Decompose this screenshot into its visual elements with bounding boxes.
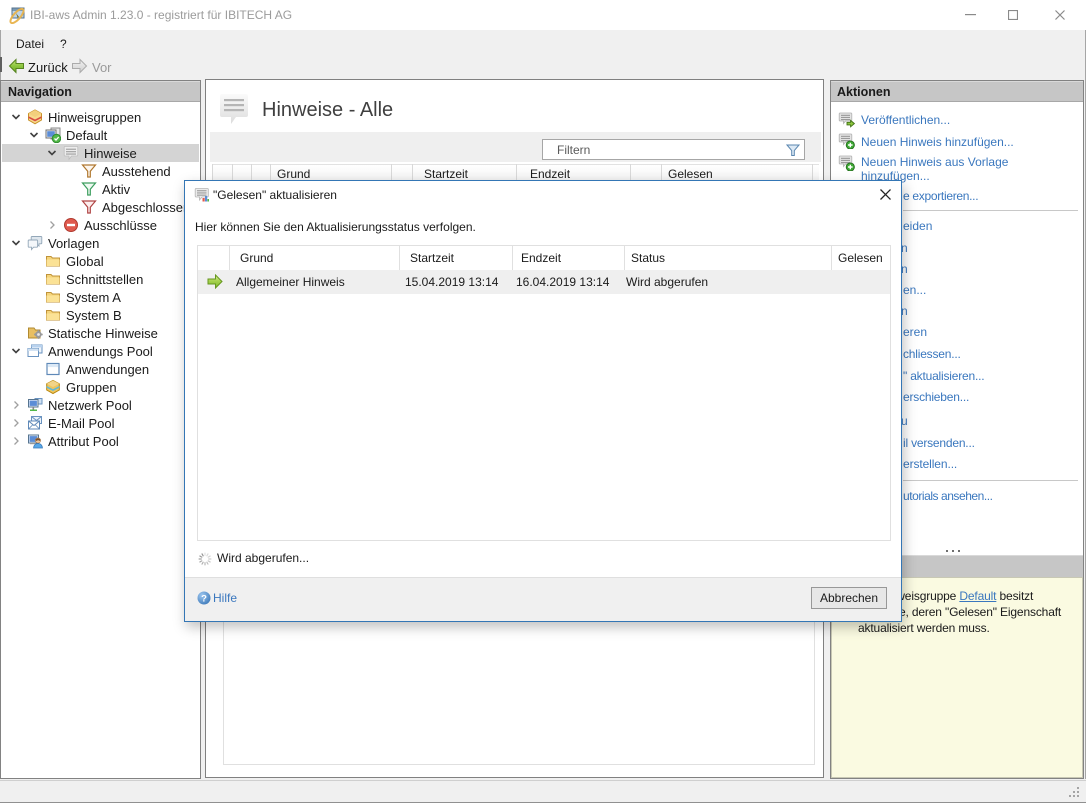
svg-text:?: ? <box>201 594 207 605</box>
